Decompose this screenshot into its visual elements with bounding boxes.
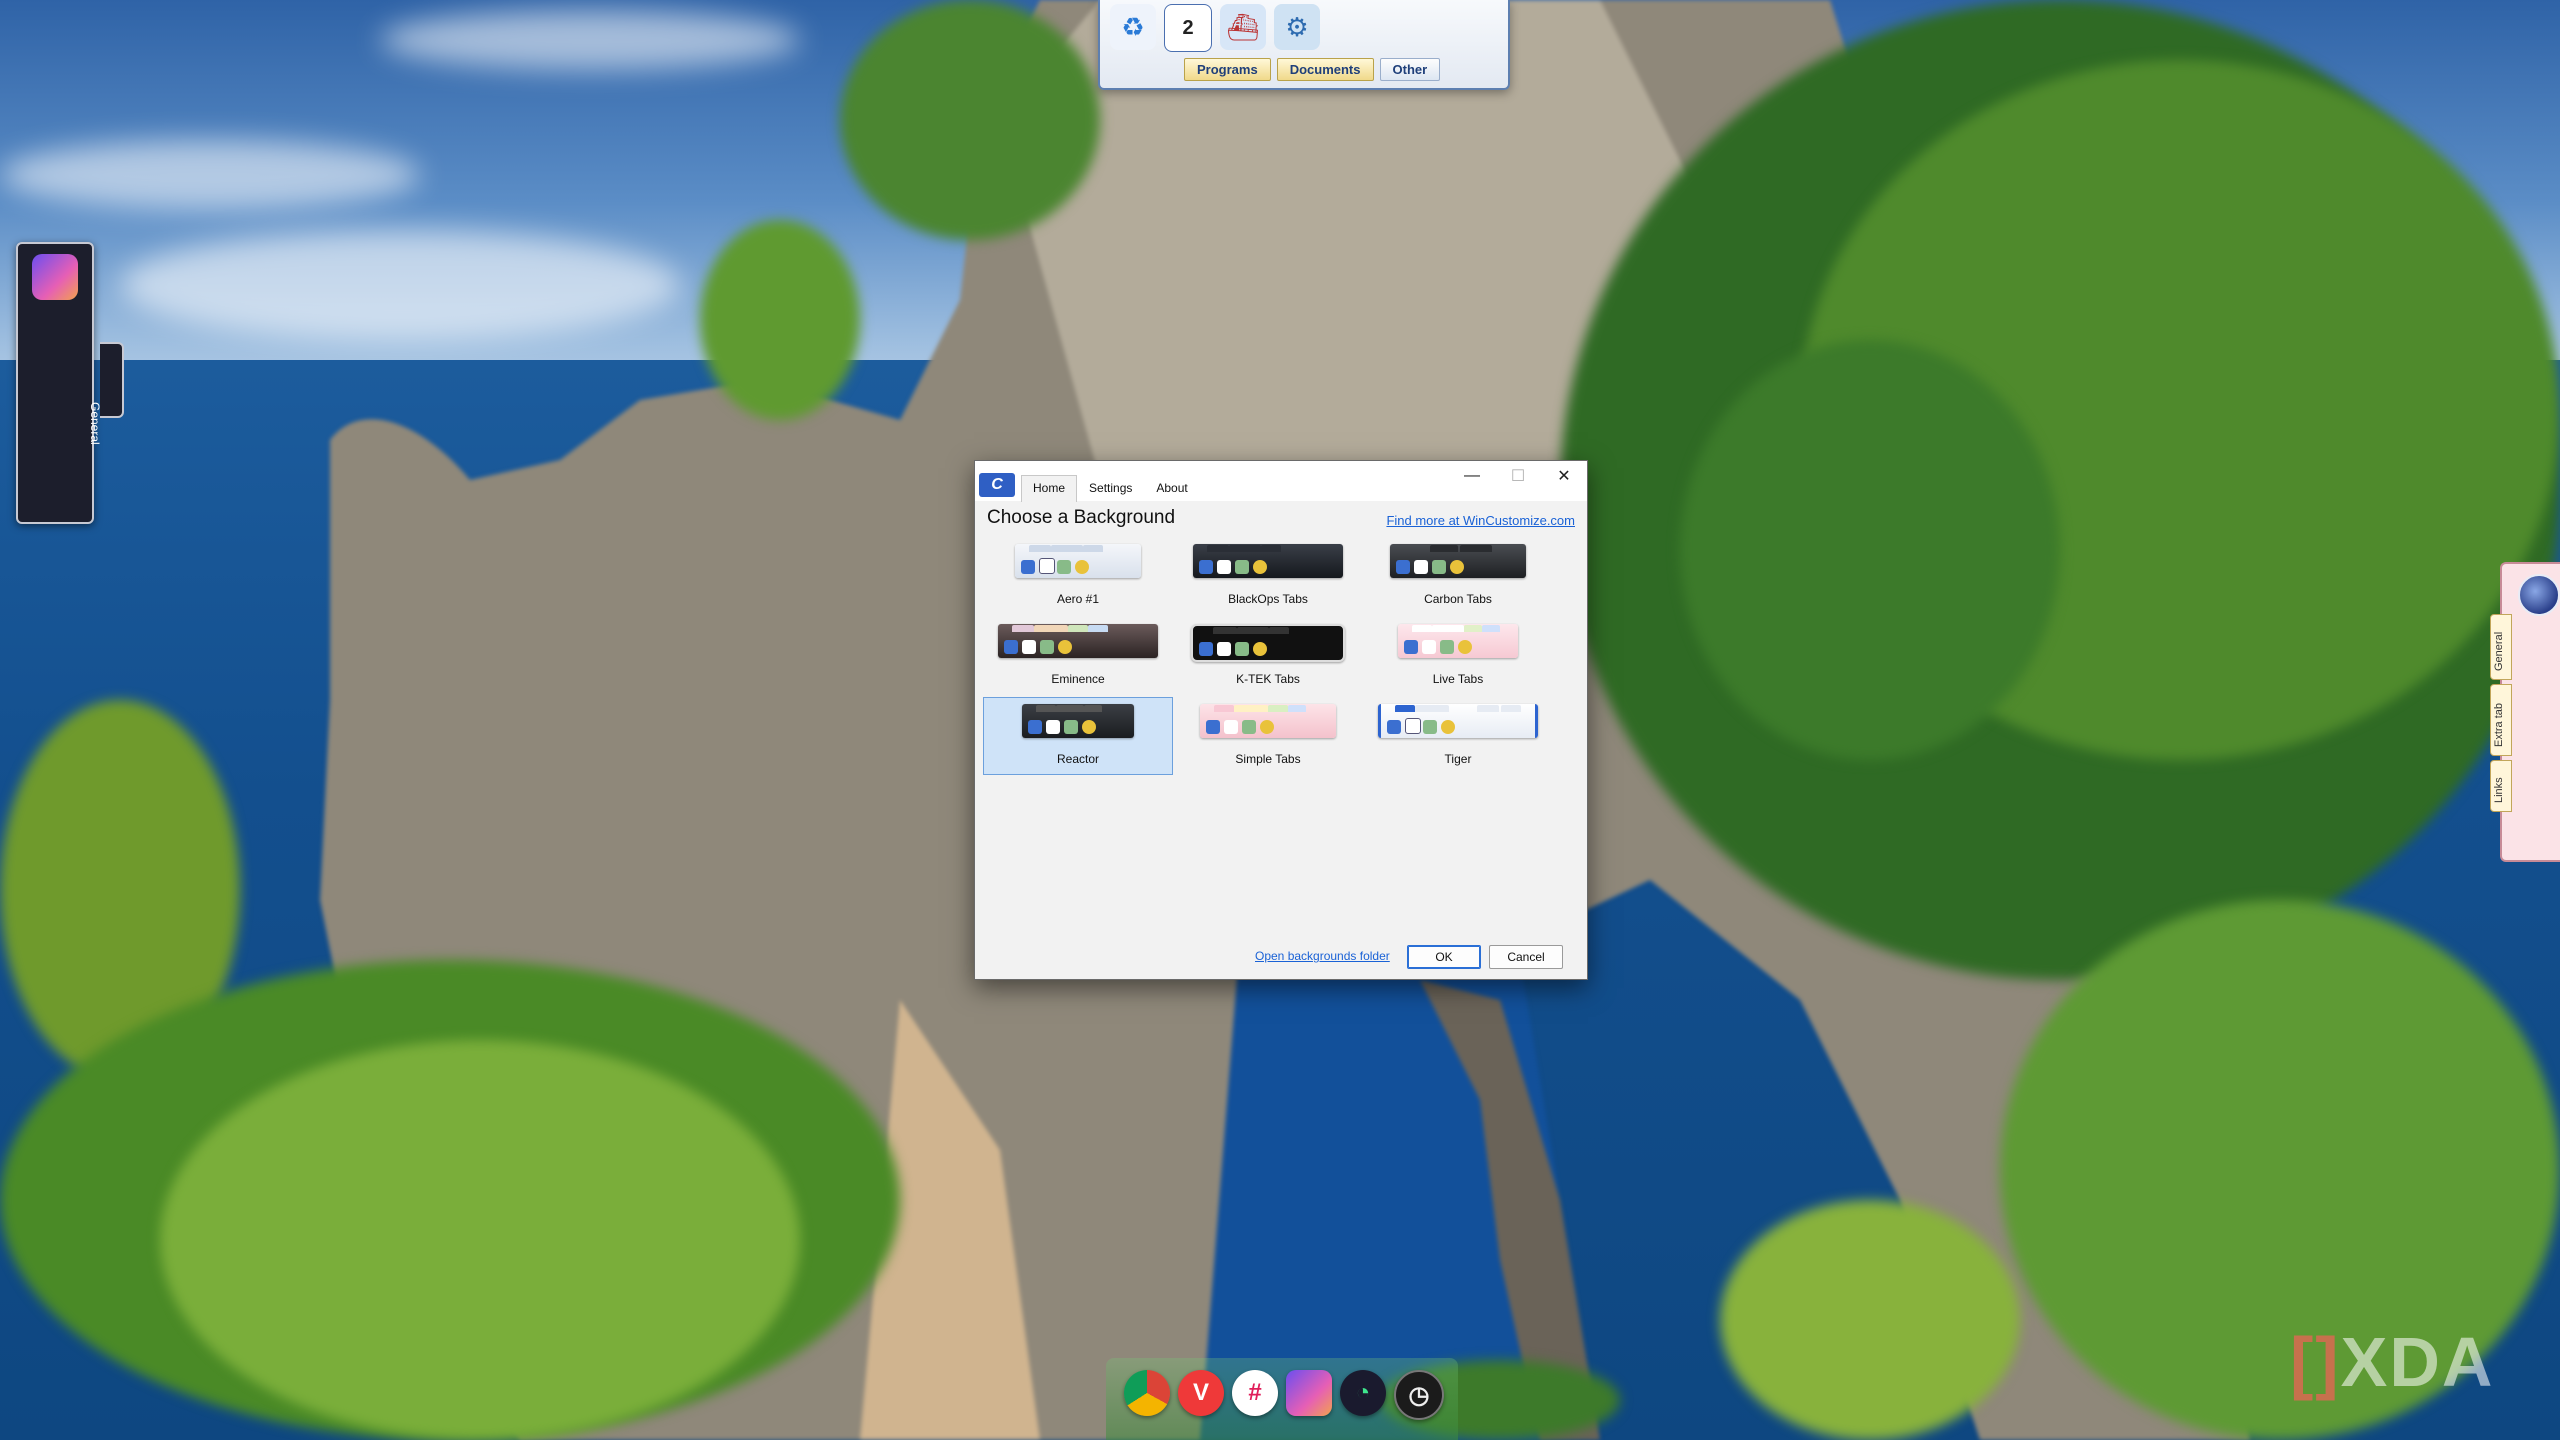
xda-watermark: []XDA xyxy=(2290,1322,2494,1402)
dock-tab-documents[interactable]: Documents xyxy=(1276,58,1374,81)
dialog-titlebar[interactable]: C Home Settings About — ☐ ✕ xyxy=(975,461,1587,502)
background-label: Tiger xyxy=(1444,752,1472,766)
copilot-icon[interactable] xyxy=(1286,1370,1332,1416)
background-thumbnail xyxy=(1390,544,1526,578)
background-label: Carbon Tabs xyxy=(1424,592,1492,606)
background-label: Reactor xyxy=(1056,752,1100,766)
tab-home[interactable]: Home xyxy=(1021,475,1078,502)
copilot-icon[interactable] xyxy=(32,254,78,300)
background-label: Live Tabs xyxy=(1432,672,1484,686)
background-option-tiger[interactable]: Tiger xyxy=(1363,697,1553,775)
left-dock-tab-general[interactable]: General xyxy=(88,342,124,445)
maximize-icon: ☐ xyxy=(1510,468,1526,485)
right-tab-dock: General Extra tab Links xyxy=(2490,562,2560,862)
background-option-live[interactable]: Live Tabs xyxy=(1363,617,1553,695)
right-dock-tab-links[interactable]: Links xyxy=(2490,760,2512,812)
vivaldi-icon[interactable]: V xyxy=(1178,1370,1224,1416)
right-dock-tab-extra[interactable]: Extra tab xyxy=(2490,684,2512,756)
app-logo-icon: C xyxy=(979,473,1015,497)
right-dock-tab-general[interactable]: General xyxy=(2490,614,2512,680)
background-label: Eminence xyxy=(1051,672,1105,686)
chrome-icon[interactable] xyxy=(1124,1370,1170,1416)
background-option-reactor[interactable]: Reactor xyxy=(983,697,1173,775)
background-option-ktek[interactable]: K-TEK Tabs xyxy=(1173,617,1363,695)
background-thumbnail xyxy=(1191,624,1345,662)
bottom-dock: V # ◔ ◷ xyxy=(1106,1358,1458,1440)
cancel-button[interactable]: Cancel xyxy=(1489,945,1563,969)
background-label: K-TEK Tabs xyxy=(1236,672,1300,686)
right-dock-tab-label: Extra tab xyxy=(2493,702,2505,747)
background-thumbnail xyxy=(1022,704,1134,738)
background-option-aero[interactable]: Aero #1 xyxy=(983,537,1173,615)
background-thumbnail xyxy=(1193,544,1343,578)
open-backgrounds-folder-link[interactable]: Open backgrounds folder xyxy=(1255,949,1390,963)
tab-settings[interactable]: Settings xyxy=(1077,475,1144,502)
watermark-text: XDA xyxy=(2340,1323,2495,1401)
choose-background-dialog: C Home Settings About — ☐ ✕ Choose a Bac… xyxy=(974,460,1588,980)
spotify-like-icon[interactable]: ◔ xyxy=(1340,1370,1386,1416)
ok-button[interactable]: OK xyxy=(1407,945,1481,969)
clock-icon[interactable]: ◷ xyxy=(1394,1370,1444,1420)
background-label: BlackOps Tabs xyxy=(1228,592,1308,606)
background-thumbnail xyxy=(1378,704,1538,738)
calendar-day: 2 xyxy=(1182,16,1194,39)
minimize-icon[interactable]: — xyxy=(1449,461,1495,491)
background-option-simple[interactable]: Simple Tabs xyxy=(1173,697,1363,775)
background-thumbnail xyxy=(1015,544,1141,578)
background-label: Simple Tabs xyxy=(1235,752,1301,766)
top-tab-dock: ♻ 2 ⛴ ⚙ Programs Documents Other xyxy=(1098,0,1510,90)
right-dock-tab-label: General xyxy=(2493,631,2505,671)
background-label: Aero #1 xyxy=(1056,592,1100,606)
recycle-bin-icon[interactable]: ♻ xyxy=(1110,4,1156,50)
watermark-bracket: [] xyxy=(2290,1323,2341,1401)
globe-orb-icon[interactable] xyxy=(2518,574,2560,616)
slack-icon[interactable]: # xyxy=(1232,1370,1278,1416)
background-thumbnail xyxy=(998,624,1158,658)
gear-icon[interactable]: ⚙ xyxy=(1274,4,1320,50)
dock-tab-other[interactable]: Other xyxy=(1379,58,1441,81)
background-grid: Aero #1 BlackOps Tabs Carbon Tabs Eminen… xyxy=(983,537,1563,775)
background-option-blackops[interactable]: BlackOps Tabs xyxy=(1173,537,1363,615)
ship-icon[interactable]: ⛴ xyxy=(1220,4,1266,50)
background-option-carbon[interactable]: Carbon Tabs xyxy=(1363,537,1553,615)
dock-tab-programs[interactable]: Programs xyxy=(1184,58,1271,81)
page-title: Choose a Background xyxy=(987,507,1176,528)
background-thumbnail xyxy=(1200,704,1336,738)
find-more-link[interactable]: Find more at WinCustomize.com xyxy=(1386,513,1575,528)
close-icon[interactable]: ✕ xyxy=(1541,461,1587,491)
background-option-eminence[interactable]: Eminence xyxy=(983,617,1173,695)
left-tab-dock xyxy=(16,242,94,524)
left-dock-tab-label: General xyxy=(88,402,102,445)
tab-about[interactable]: About xyxy=(1144,475,1199,502)
right-dock-tab-label: Links xyxy=(2493,777,2505,803)
background-thumbnail xyxy=(1398,624,1518,658)
calendar-icon[interactable]: 2 xyxy=(1164,4,1212,52)
